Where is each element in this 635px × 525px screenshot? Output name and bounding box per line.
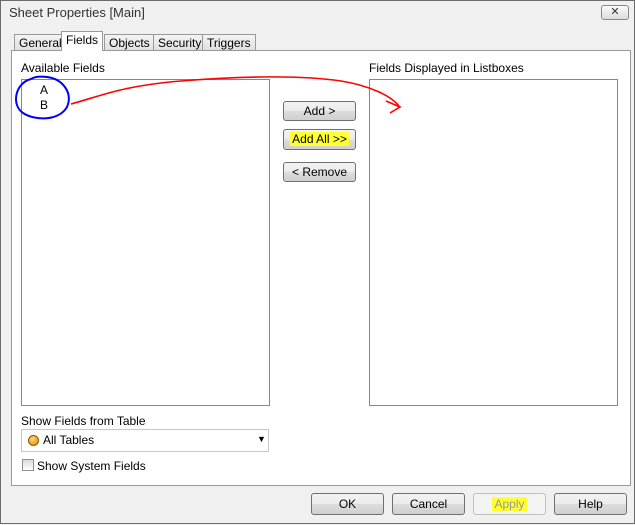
chevron-down-icon: ▼ bbox=[257, 434, 266, 444]
show-fields-from-table-label: Show Fields from Table bbox=[21, 414, 146, 428]
tab-fields[interactable]: Fields bbox=[61, 31, 104, 51]
close-button[interactable]: ✕ bbox=[601, 5, 629, 20]
displayed-fields-label: Fields Displayed in Listboxes bbox=[369, 61, 524, 75]
ok-button[interactable]: OK bbox=[311, 493, 384, 515]
add-button[interactable]: Add > bbox=[283, 101, 356, 121]
dialog-window: Sheet Properties [Main] ✕ General Fields… bbox=[0, 0, 635, 524]
apply-label: Apply bbox=[492, 497, 527, 511]
show-system-fields-label[interactable]: Show System Fields bbox=[37, 459, 146, 473]
add-all-button[interactable]: Add All >> bbox=[283, 129, 356, 150]
available-fields-list[interactable]: A B bbox=[21, 79, 270, 406]
window-title: Sheet Properties [Main] bbox=[9, 5, 145, 20]
table-select-value: All Tables bbox=[43, 433, 95, 447]
cancel-button[interactable]: Cancel bbox=[392, 493, 465, 515]
remove-button[interactable]: < Remove bbox=[283, 162, 356, 182]
list-item[interactable]: A bbox=[40, 83, 48, 97]
list-item[interactable]: B bbox=[40, 98, 48, 112]
tab-general[interactable]: General bbox=[14, 34, 67, 51]
tab-triggers[interactable]: Triggers bbox=[202, 34, 256, 51]
table-select[interactable]: All Tables ▼ bbox=[21, 429, 269, 452]
tab-objects[interactable]: Objects bbox=[104, 34, 155, 51]
tab-security[interactable]: Security bbox=[153, 34, 207, 51]
help-button[interactable]: Help bbox=[554, 493, 627, 515]
displayed-fields-list[interactable] bbox=[369, 79, 618, 406]
apply-button[interactable]: Apply bbox=[473, 493, 546, 515]
show-system-fields-checkbox[interactable] bbox=[22, 459, 34, 471]
table-dot-icon bbox=[28, 435, 39, 446]
available-fields-label: Available Fields bbox=[21, 61, 105, 75]
add-all-label: Add All >> bbox=[290, 132, 349, 146]
